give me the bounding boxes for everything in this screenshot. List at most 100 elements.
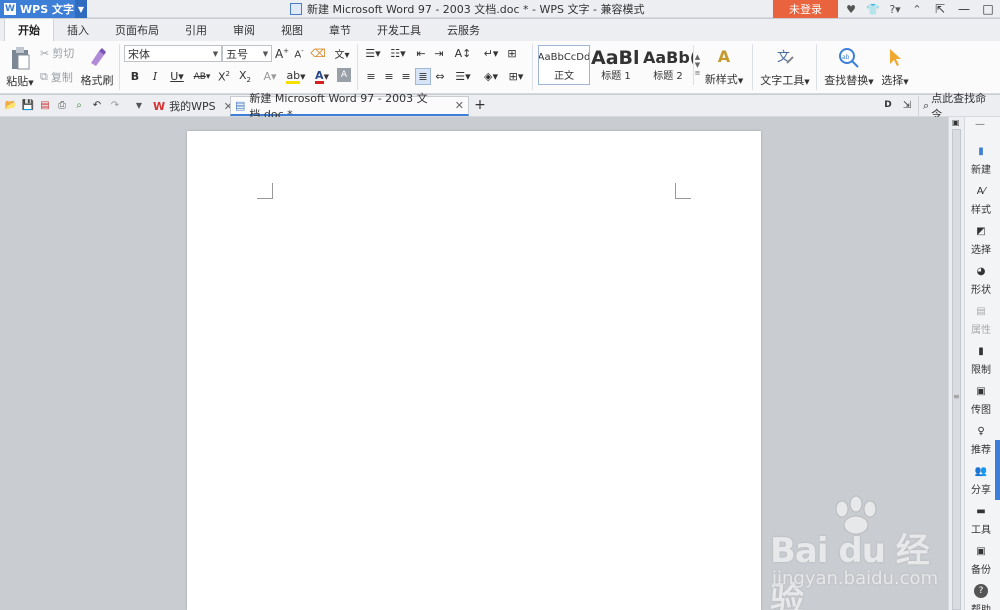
font-size-select[interactable]: 五号 ▼ (222, 45, 272, 62)
command-search[interactable]: ⌕ 点此查找命令 (918, 92, 1000, 121)
shirt-icon[interactable]: 👕 (862, 0, 884, 18)
pinyin-guide-button[interactable]: 文▾ (330, 45, 354, 62)
maximize-icon[interactable]: □ (976, 0, 1000, 18)
pane-select[interactable]: ◩ 选择 (965, 221, 997, 259)
pane-share[interactable]: 👥 分享 (965, 461, 997, 499)
pane-collapse-icon[interactable]: — (975, 119, 985, 130)
select-button[interactable]: 选择▼ (878, 44, 912, 90)
chevron-down-icon[interactable]: ▼ (75, 0, 87, 18)
paste-button[interactable]: 粘贴▼ (4, 44, 36, 90)
increase-indent-button[interactable]: ⇥ (432, 45, 446, 62)
subscript-button[interactable]: X2 (237, 68, 253, 85)
customize-toolbar-icon[interactable]: ▼ (132, 98, 146, 112)
align-right-button[interactable]: ≡ (399, 68, 413, 85)
open-icon[interactable]: 📂 (4, 98, 18, 112)
text-direction-button[interactable]: A↕ (452, 45, 474, 62)
app-menu-button[interactable]: W WPS 文字 ▼ (0, 0, 87, 18)
close-tab-icon[interactable]: ✕ (455, 99, 464, 112)
copy-button[interactable]: ⧉ 复制 (40, 69, 73, 85)
justify-button[interactable]: ≣ (415, 68, 431, 85)
clear-format-button[interactable]: ⌫ (310, 45, 326, 62)
underline-button[interactable]: U▾ (166, 68, 188, 85)
align-left-button[interactable]: ≡ (364, 68, 378, 85)
tab-section[interactable]: 章节 (316, 19, 364, 41)
restore-pane-icon[interactable]: ⇱ (928, 0, 952, 18)
shading-button[interactable]: ◈▾ (480, 68, 502, 85)
document-page[interactable] (187, 131, 761, 610)
pane-upload-image[interactable]: ▣ 传图 (965, 381, 997, 419)
style-normal[interactable]: AaBbCcDd 正文 (538, 45, 590, 85)
tab-my-wps[interactable]: W 我的WPS ✕ (149, 96, 237, 116)
text-tools-button[interactable]: 文 文字工具▼ (760, 44, 810, 90)
scrollbar-thumb[interactable] (952, 129, 961, 610)
font-name-select[interactable]: 宋体 ▼ (124, 45, 222, 62)
tab-references[interactable]: 引用 (172, 19, 220, 41)
pane-new[interactable]: ▮ 新建 (965, 141, 997, 179)
tab-home[interactable]: 开始 (4, 18, 54, 41)
upload-icon[interactable]: ⇲ (900, 98, 914, 112)
align-center-button[interactable]: ≡ (382, 68, 396, 85)
bullet-list-button[interactable]: ☰▾ (362, 45, 384, 62)
ruler-toggle-icon[interactable]: ▣ (952, 118, 960, 127)
decrease-indent-button[interactable]: ⇤ (414, 45, 428, 62)
borders-button[interactable]: ⊞▾ (505, 68, 527, 85)
redo-icon[interactable]: ↷ (108, 98, 122, 112)
pane-backup[interactable]: ▣ 备份 (965, 541, 997, 579)
char-shading-button[interactable]: A (337, 68, 351, 82)
separator (357, 44, 358, 90)
pane-restrict[interactable]: ▮ 限制 (965, 341, 997, 379)
strikethrough-button[interactable]: AB▾ (190, 68, 214, 85)
skin-icon[interactable]: ♥ (840, 0, 862, 18)
styles-scroll[interactable]: ▲ ▼ ≡ (693, 45, 701, 85)
watermark-url: jingyan.baidu.com (772, 568, 939, 589)
pane-shapes[interactable]: ◕ 形状 (965, 261, 997, 299)
tab-current-document[interactable]: ▤ 新建 Microsoft Word 97 - 2003 文档.doc * ✕ (230, 92, 469, 121)
save-icon[interactable]: 💾 (21, 98, 35, 112)
outdent-icon: ⇤ (416, 47, 426, 60)
print-preview-icon[interactable]: ⌕ (72, 98, 86, 112)
cut-button[interactable]: ✂ 剪切 (40, 45, 74, 61)
new-style-button[interactable]: A 新样式▼ (705, 44, 743, 90)
superscript-button[interactable]: X2 (217, 68, 231, 85)
shrink-font-button[interactable]: A- (292, 45, 306, 62)
format-painter-button[interactable]: 格式刷 (80, 44, 114, 90)
bold-button[interactable]: B (128, 68, 142, 85)
grow-font-button[interactable]: A+ (275, 45, 289, 62)
highlight-button[interactable]: ab ▼ (284, 68, 308, 85)
tab-review[interactable]: 审阅 (220, 19, 268, 41)
font-color-button[interactable]: A ▼ (310, 68, 334, 85)
style-heading-1[interactable]: AaBl 标题 1 (590, 45, 642, 85)
print-icon[interactable]: ⎙ (55, 98, 69, 112)
numbered-list-button[interactable]: ☷▾ (387, 45, 409, 62)
tab-cloud[interactable]: 云服务 (434, 19, 493, 41)
text-effect-button[interactable]: A▾ (260, 68, 280, 85)
login-button[interactable]: 未登录 (773, 0, 838, 18)
pane-recommend[interactable]: ♀ 推荐 (965, 421, 997, 459)
table-button[interactable]: ⊞ (505, 45, 519, 62)
italic-button[interactable]: I (148, 68, 162, 85)
paragraph-mark-button[interactable]: ↵▾ (480, 45, 502, 62)
ribbon-collapse-icon[interactable]: ⌃ (906, 0, 928, 18)
tab-insert[interactable]: 插入 (54, 19, 102, 41)
find-replace-button[interactable]: ab 查找替换▼ (823, 44, 875, 90)
document-sync-icon[interactable]: D (881, 98, 895, 112)
distributed-button[interactable]: ⇔ (433, 68, 447, 85)
pane-tools[interactable]: ▬ 工具 (965, 501, 997, 539)
undo-icon[interactable]: ↶ (90, 98, 104, 112)
tab-developer[interactable]: 开发工具 (364, 19, 434, 41)
pane-styles[interactable]: A⁄ 样式 (965, 181, 997, 219)
vertical-scrollbar[interactable]: ▣ ≡ (948, 117, 964, 610)
minimize-icon[interactable]: — (952, 0, 976, 18)
line-spacing-button[interactable]: ☰▾ (452, 68, 474, 85)
tab-page-layout[interactable]: 页面布局 (102, 19, 172, 41)
pane-properties[interactable]: ▤ 属性 (965, 301, 997, 339)
help-icon[interactable]: ?▾ (884, 0, 906, 18)
pane-help[interactable]: ? 帮助 (965, 581, 997, 610)
margin-marker-top-left (257, 183, 273, 199)
new-tab-icon[interactable]: + (473, 97, 487, 113)
pane-expand-handle[interactable] (995, 440, 1000, 500)
tab-view[interactable]: 视图 (268, 19, 316, 41)
style-heading-2[interactable]: AaBb( 标题 2 (642, 45, 694, 85)
borders-icon: ⊞▾ (508, 70, 524, 83)
export-pdf-icon[interactable]: ▤ (38, 98, 52, 112)
